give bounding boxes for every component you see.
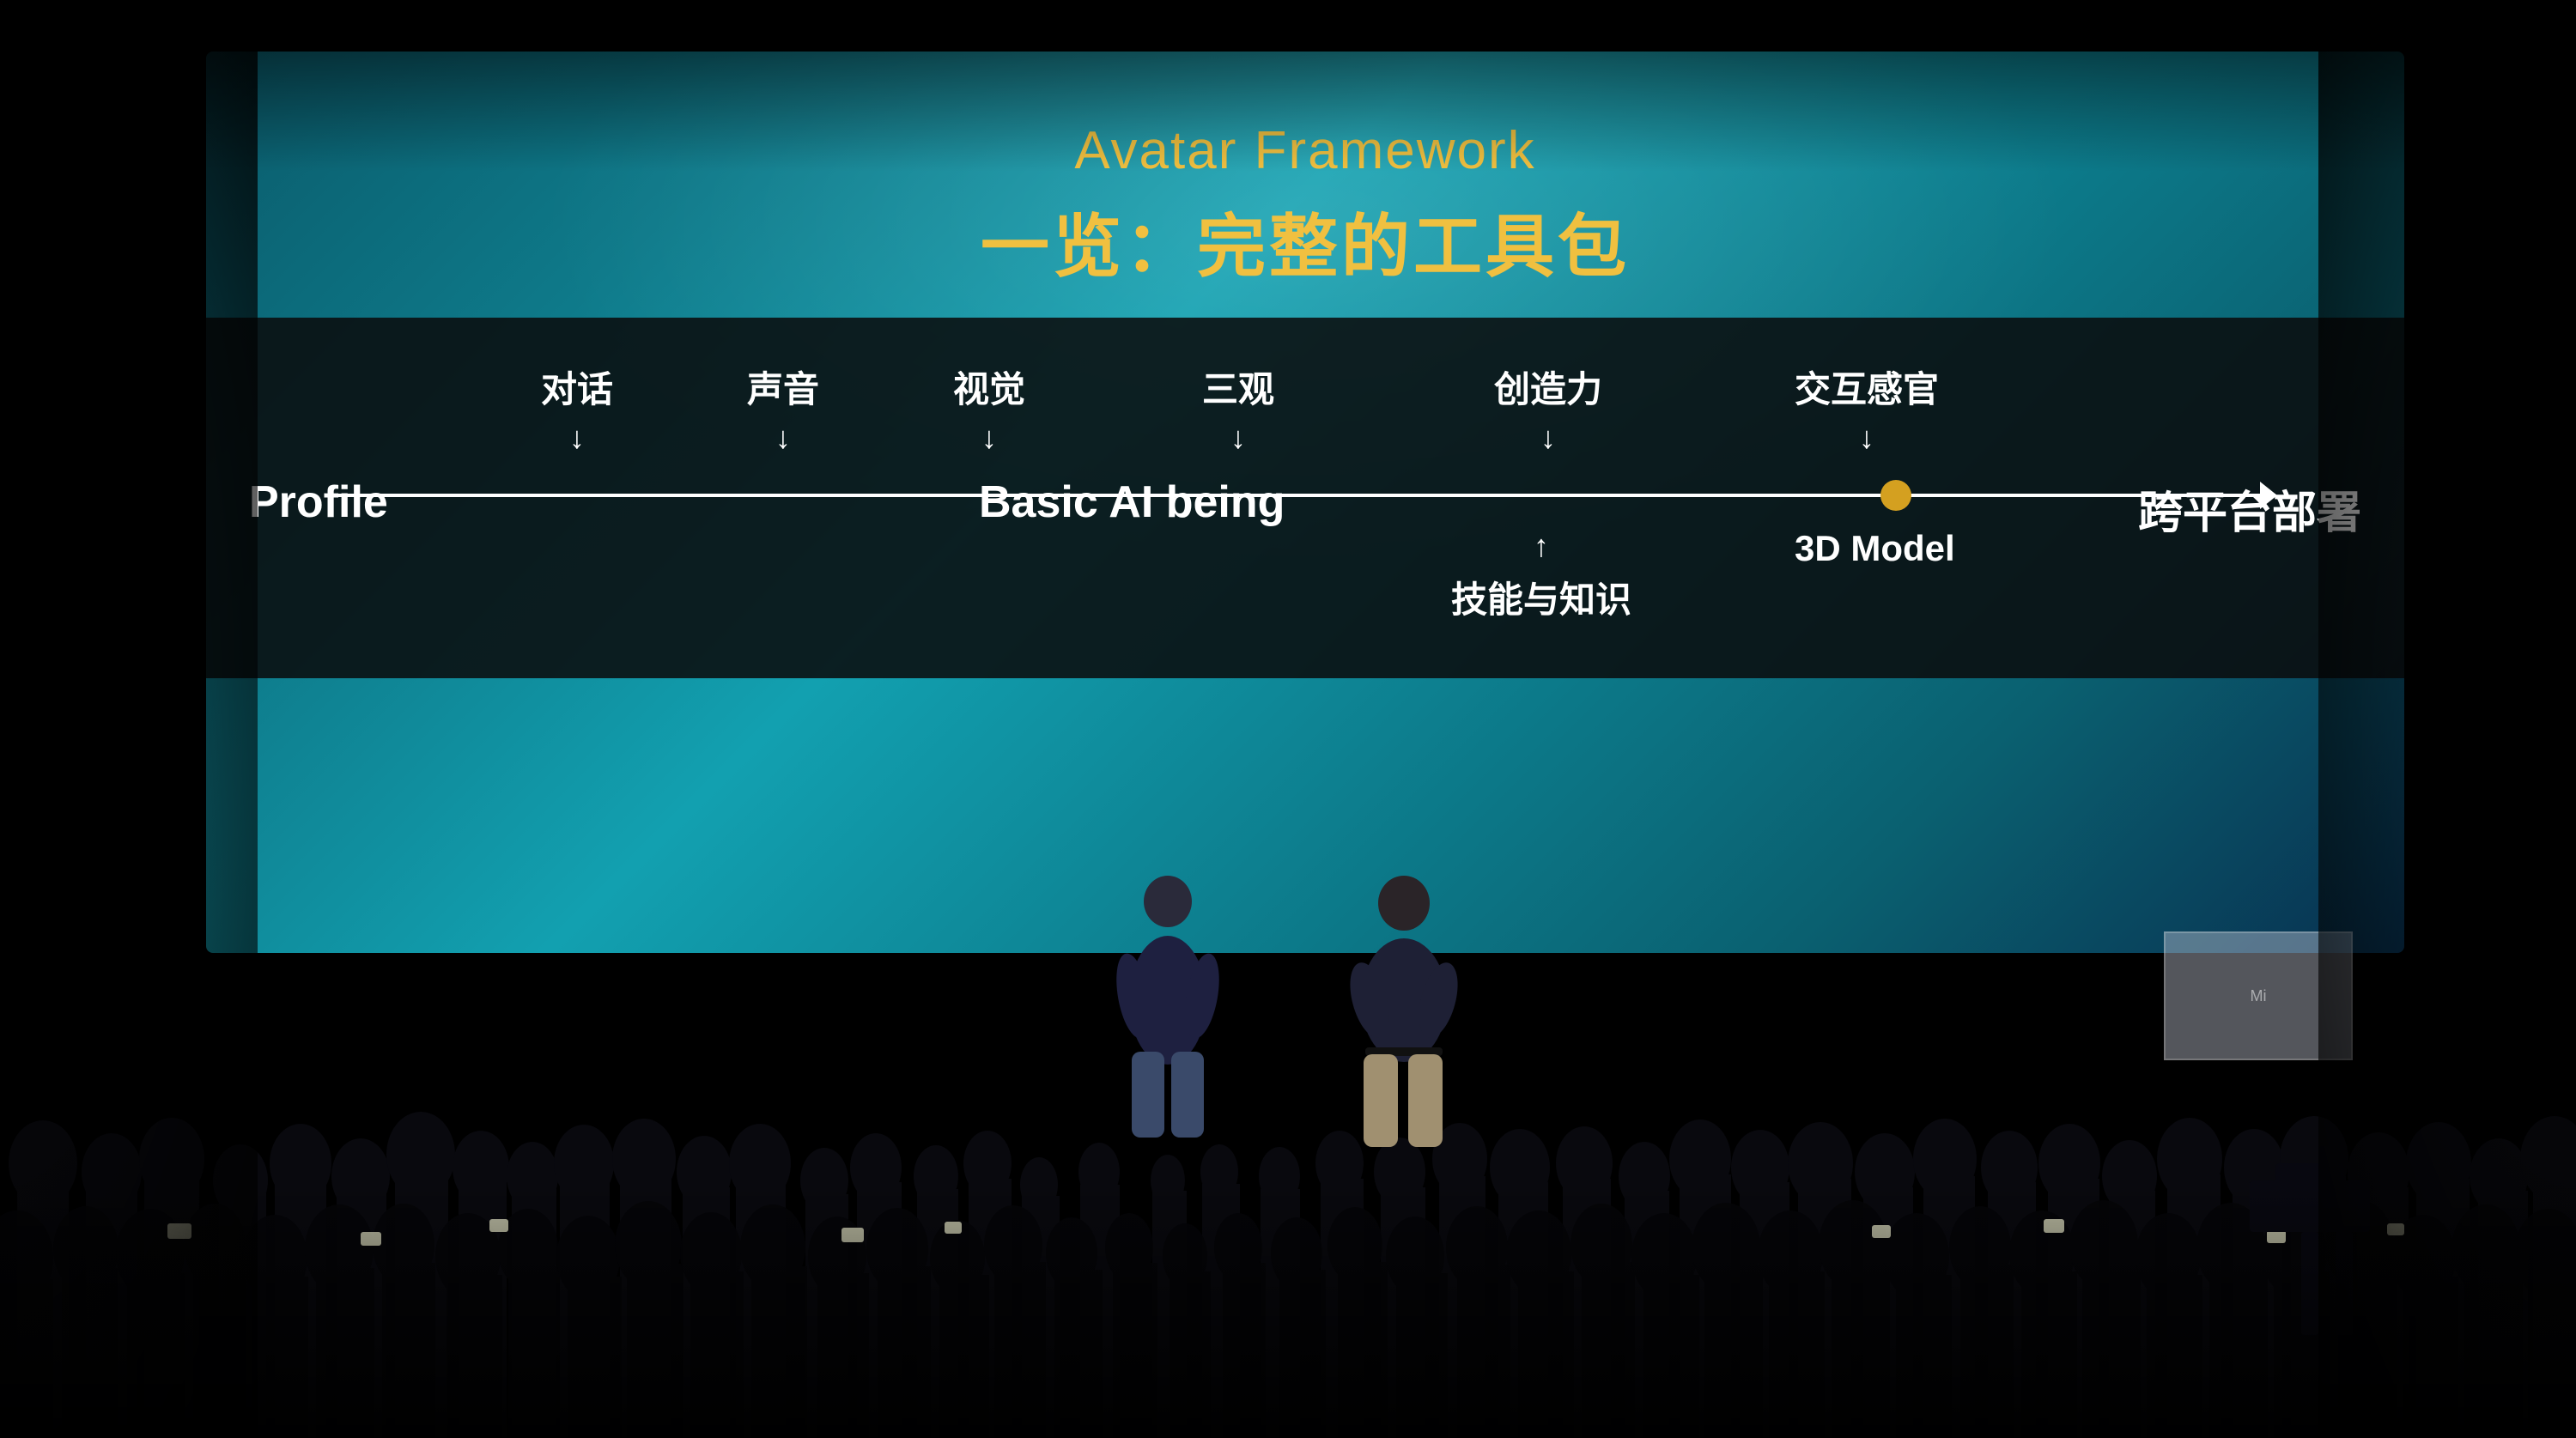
diagram-band: Profile Basic AI being 跨平台部署 对话 ↓ 声音 ↓ [206, 318, 2404, 678]
duihua-arrow: ↓ [569, 420, 585, 456]
jineng-arrow: ↑ [1534, 528, 1549, 564]
chuangzaoli-arrow: ↓ [1540, 420, 1556, 456]
node-dot [1880, 480, 1911, 511]
main-line [335, 494, 2275, 497]
shijue-text: 视觉 [953, 361, 1025, 413]
line-arrow [2260, 482, 2277, 509]
presentation-screen: Avatar Framework 一览：完整的工具包 Profile Basic… [206, 52, 2404, 953]
jiaohu-text: 交互感官 [1795, 361, 1939, 413]
label-shengyin: 声音 ↓ [747, 361, 819, 456]
diagram-inner: Profile Basic AI being 跨平台部署 对话 ↓ 声音 ↓ [232, 335, 2379, 661]
label-shijue: 视觉 ↓ [953, 361, 1025, 456]
title-chinese: 一览：完整的工具包 [206, 191, 2404, 291]
monitor-text: Mi [2251, 987, 2267, 1005]
label-sanguan: 三观 ↓ [1202, 361, 1274, 456]
label-chuangzaoli: 创造力 ↓ [1494, 361, 1602, 456]
jiaohu-arrow: ↓ [1859, 420, 1874, 456]
label-3dmodel: 3D Model [1795, 528, 1955, 569]
sanguan-arrow: ↓ [1230, 420, 1246, 456]
shengyin-arrow: ↓ [775, 420, 791, 456]
person-2 [1340, 867, 1468, 1150]
vignette-bottom [0, 1180, 2576, 1438]
stage-people [1108, 867, 1468, 1150]
shengyin-text: 声音 [747, 361, 819, 413]
presentation-scene: Avatar Framework 一览：完整的工具包 Profile Basic… [0, 0, 2576, 1438]
jineng-text: 技能与知识 [1451, 571, 1631, 623]
label-jiaohu: 交互感官 ↓ [1795, 361, 1939, 456]
shijue-arrow: ↓ [981, 420, 997, 456]
label-jineng: ↑ 技能与知识 [1451, 528, 1631, 623]
chuangzaoli-text: 创造力 [1494, 361, 1602, 413]
3dmodel-text: 3D Model [1795, 528, 1955, 569]
profile-label: Profile [249, 476, 388, 528]
sanguan-text: 三观 [1202, 361, 1274, 413]
basic-ai-label: Basic AI being [979, 476, 1285, 528]
vignette-top [0, 0, 2576, 172]
label-duihua: 对话 ↓ [541, 361, 613, 456]
person-1 [1108, 867, 1228, 1142]
duihua-text: 对话 [541, 361, 613, 413]
